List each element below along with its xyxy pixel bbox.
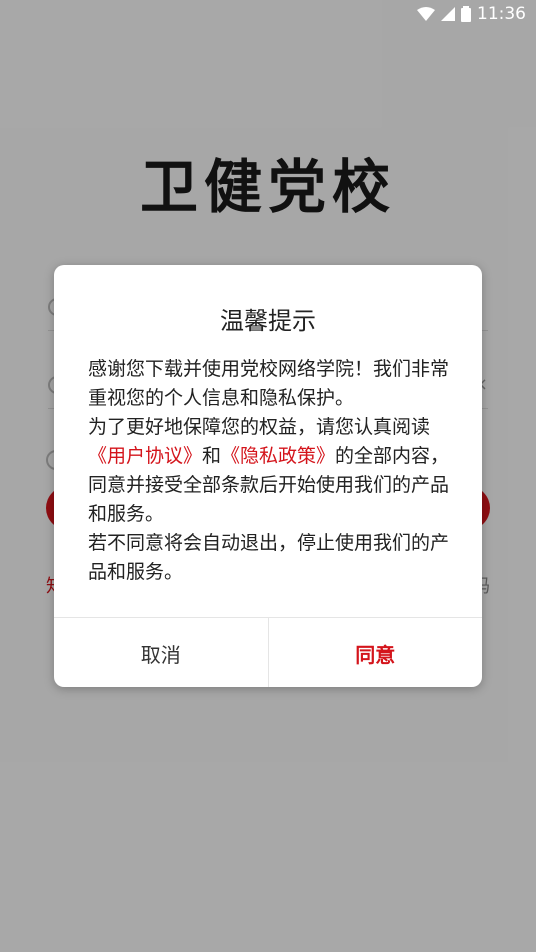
dialog-title: 温馨提示 (220, 307, 316, 335)
and-text: 和 (202, 445, 222, 467)
dialog-paragraph-2-prefix: 为了更好地保障您的权益，请您认真阅读 (88, 416, 431, 438)
dialog-body: 感谢您下载并使用党校网络学院！我们非常重视您的个人信息和隐私保护。 为了更好地保… (88, 355, 452, 587)
dialog-paragraph-3: 若不同意将会自动退出，停止使用我们的产品和服务。 (88, 532, 450, 583)
battery-icon (461, 6, 471, 22)
agree-button[interactable]: 同意 (269, 618, 483, 687)
status-time: 11:36 (477, 4, 526, 24)
dialog-button-row: 取消 同意 (54, 617, 482, 687)
dialog-paragraph-1: 感谢您下载并使用党校网络学院！我们非常重视您的个人信息和隐私保护。 (88, 358, 450, 409)
status-bar: 11:36 (0, 0, 536, 28)
privacy-dialog: 温馨提示 感谢您下载并使用党校网络学院！我们非常重视您的个人信息和隐私保护。 为… (54, 265, 482, 687)
cancel-button[interactable]: 取消 (54, 618, 269, 687)
user-agreement-link[interactable]: 《用户协议》 (88, 445, 202, 467)
wifi-icon (417, 7, 435, 21)
privacy-policy-link[interactable]: 《隐私政策》 (221, 445, 335, 467)
dialog-paragraph-2: 为了更好地保障您的权益，请您认真阅读《用户协议》和《隐私政策》的全部内容，同意并… (88, 413, 452, 529)
signal-icon (441, 7, 455, 21)
